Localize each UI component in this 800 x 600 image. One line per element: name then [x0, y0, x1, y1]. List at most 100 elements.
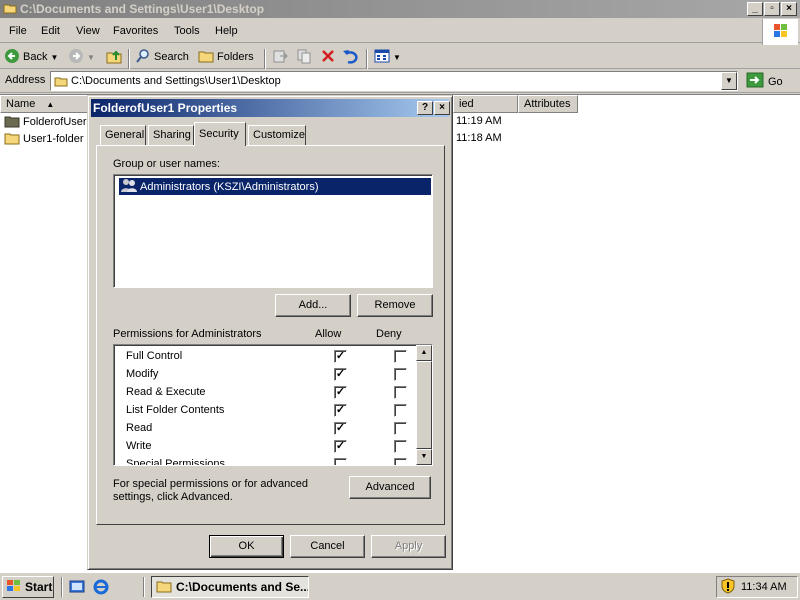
deny-checkbox[interactable] [394, 350, 407, 363]
file-row[interactable]: User1-folder [4, 131, 84, 147]
menu-favorites[interactable]: Favorites [113, 25, 158, 37]
permissions-scrollbar[interactable]: ▲ ▼ [416, 345, 432, 465]
forward-button[interactable]: ▼ [68, 48, 95, 66]
allow-checkbox[interactable]: ✓ [334, 368, 347, 381]
up-folder-icon [106, 48, 122, 67]
menu-tools[interactable]: Tools [174, 25, 200, 37]
properties-dialog: FolderofUser1 Properties ? × General Sha… [87, 95, 453, 570]
allow-checkbox[interactable] [334, 458, 347, 465]
undo-button[interactable] [342, 48, 358, 66]
tab-sharing[interactable]: Sharing [148, 125, 194, 145]
allow-checkbox[interactable]: ✓ [334, 350, 347, 363]
ok-label: OK [238, 540, 255, 552]
advanced-label: Advanced [365, 481, 415, 493]
permissions-list[interactable]: Full Control ✓ Modify ✓ Read & Execute ✓ List … [113, 344, 433, 466]
column-name-label: Name [6, 98, 36, 110]
security-tab-panel: Group or user names: Administrators (KSZ… [96, 145, 445, 525]
views-icon [374, 48, 390, 67]
start-button[interactable]: Start [2, 576, 54, 598]
scroll-thumb[interactable] [416, 361, 432, 449]
forward-dropdown-icon[interactable]: ▼ [87, 53, 95, 62]
permissions-label: Permissions for Administrators [113, 328, 262, 340]
column-header-name[interactable]: Name ▲ [0, 95, 88, 113]
file-row[interactable]: FolderofUser1 [4, 114, 93, 130]
back-dropdown-icon[interactable]: ▼ [50, 53, 58, 62]
remove-button[interactable]: Remove [357, 294, 433, 317]
cancel-button[interactable]: Cancel [290, 535, 365, 558]
folders-icon [198, 48, 214, 67]
menu-view[interactable]: View [76, 25, 100, 37]
tab-security[interactable]: Security [194, 122, 246, 146]
allow-checkbox[interactable]: ✓ [334, 440, 347, 453]
taskbar-explorer-button[interactable]: C:\Documents and Se... [151, 576, 309, 598]
show-desktop-icon[interactable] [69, 579, 85, 598]
system-tray: 11:34 AM [716, 576, 798, 598]
help-button[interactable]: ? [417, 101, 433, 115]
dialog-titlebar[interactable]: FolderofUser1 Properties ? × [91, 99, 450, 117]
file-modified: 11:18 AM [456, 132, 502, 144]
deny-checkbox[interactable] [394, 386, 407, 399]
menu-edit[interactable]: Edit [41, 25, 60, 37]
toolbar-separator [128, 49, 130, 69]
deny-checkbox[interactable] [394, 440, 407, 453]
file-modified: 11:19 AM [456, 115, 502, 127]
advanced-note: For special permissions or for advanced … [113, 478, 309, 503]
allow-checkbox[interactable]: ✓ [334, 404, 347, 417]
security-shield-icon[interactable] [721, 577, 735, 597]
go-arrow-icon [746, 72, 764, 91]
folders-button[interactable]: Folders [198, 48, 254, 66]
scroll-up-icon[interactable]: ▲ [416, 345, 432, 361]
menu-bar: File Edit View Favorites Tools Help [0, 21, 800, 43]
list-item[interactable]: Administrators (KSZI\Administrators) [119, 178, 431, 195]
permission-name: Read & Execute [126, 386, 206, 398]
allow-checkbox[interactable]: ✓ [334, 386, 347, 399]
deny-checkbox[interactable] [394, 368, 407, 381]
copy-to-button[interactable] [296, 48, 312, 66]
move-to-button[interactable] [272, 48, 288, 66]
windows-logo-icon [762, 19, 798, 45]
apply-button[interactable]: Apply [371, 535, 446, 558]
views-dropdown-icon[interactable]: ▼ [393, 53, 401, 62]
menu-file[interactable]: File [9, 25, 27, 37]
address-input[interactable]: C:\Documents and Settings\User1\Desktop … [50, 71, 738, 91]
scroll-down-icon[interactable]: ▼ [416, 449, 432, 465]
address-dropdown-icon[interactable]: ▼ [721, 72, 737, 90]
group-names-label: Group or user names: [113, 158, 220, 170]
column-attributes-label: Attributes [524, 98, 571, 110]
tab-customize[interactable]: Customize [248, 125, 306, 145]
allow-checkbox[interactable]: ✓ [334, 422, 347, 435]
permission-row: Write ✓ [126, 438, 426, 456]
add-button[interactable]: Add... [275, 294, 351, 317]
group-user-list[interactable]: Administrators (KSZI\Administrators) [113, 174, 433, 288]
column-header-attributes[interactable]: Attributes [518, 95, 578, 113]
close-dialog-button[interactable]: × [434, 101, 450, 115]
close-window-button[interactable]: × [781, 2, 797, 16]
delete-button[interactable] [320, 48, 336, 66]
permission-row: List Folder Contents ✓ [126, 402, 426, 420]
tab-general[interactable]: General [100, 125, 146, 145]
folder-icon [54, 75, 68, 90]
move-to-icon [272, 48, 288, 67]
restore-button[interactable]: ▫ [764, 2, 780, 16]
views-button[interactable]: ▼ [374, 48, 401, 66]
deny-checkbox[interactable] [394, 458, 407, 465]
permission-name: Read [126, 422, 153, 434]
advanced-button[interactable]: Advanced [349, 476, 431, 499]
column-header-modified[interactable]: ied [453, 95, 518, 113]
ok-button[interactable]: OK [209, 535, 284, 558]
deny-checkbox[interactable] [394, 404, 407, 417]
permission-row: Special Permissions [126, 456, 426, 465]
internet-explorer-icon[interactable] [93, 579, 109, 598]
user-group-icon [120, 177, 138, 196]
explorer-titlebar[interactable]: C:\Documents and Settings\User1\Desktop … [0, 0, 800, 18]
search-button[interactable]: Search [135, 48, 189, 66]
up-folder-button[interactable] [106, 48, 122, 66]
back-arrow-icon [4, 48, 20, 67]
clock: 11:34 AM [741, 581, 787, 593]
menu-help[interactable]: Help [215, 25, 238, 37]
minimize-button[interactable]: _ [747, 2, 763, 16]
column-modified-label: ied [459, 98, 474, 110]
back-button[interactable]: Back ▼ [4, 48, 58, 66]
go-button[interactable]: Go [746, 72, 783, 91]
deny-checkbox[interactable] [394, 422, 407, 435]
